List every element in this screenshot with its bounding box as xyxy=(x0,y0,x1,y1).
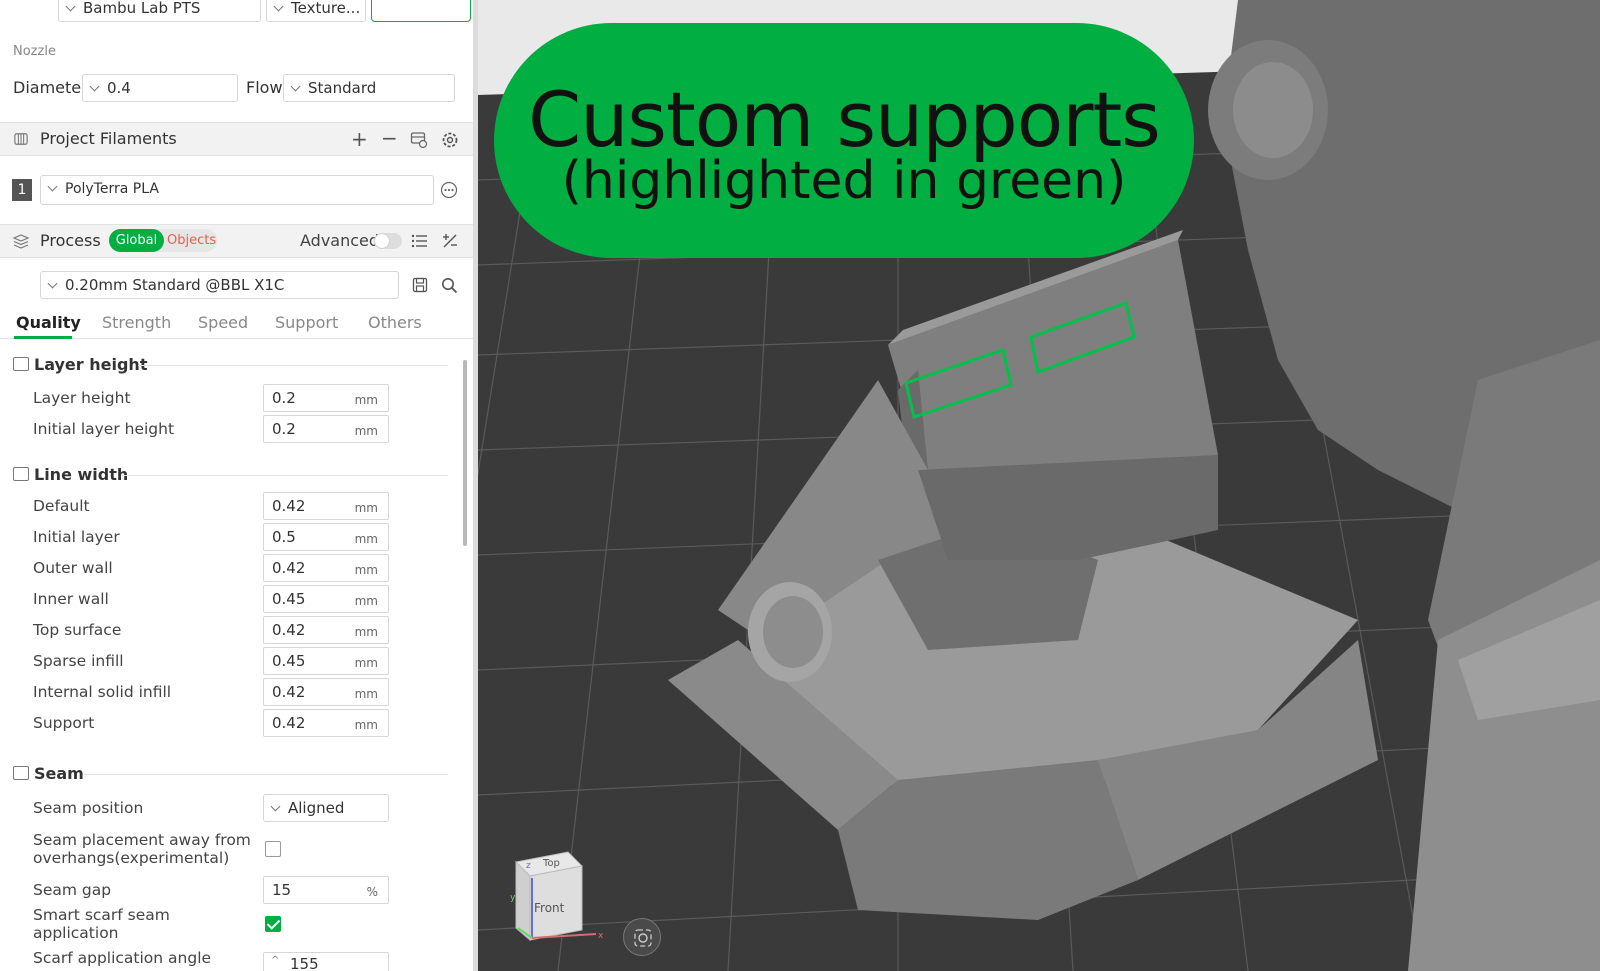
printer-sync-button[interactable] xyxy=(371,0,471,22)
scarf-angle-input[interactable]: ^ 155 xyxy=(263,952,389,971)
camera-reset-button[interactable] xyxy=(623,918,661,956)
seam-away-label-line1: Seam placement away from xyxy=(33,831,251,849)
axis-x-label: x xyxy=(598,931,604,941)
smart-scarf-label-line1: Smart scarf seam xyxy=(33,906,170,924)
seam-gap-label: Seam gap xyxy=(33,881,112,899)
seam-group-title: Seam xyxy=(34,764,84,783)
filament-settings-icon[interactable] xyxy=(441,131,459,149)
filament-sync-icon[interactable] xyxy=(410,131,428,149)
process-tabs: Quality Strength Speed Support Others xyxy=(0,305,474,339)
smart-scarf-label-line2: application xyxy=(33,924,119,942)
diameter-dropdown[interactable]: 0.4 xyxy=(82,74,238,102)
diameter-label: Diameter xyxy=(13,78,88,97)
divider xyxy=(122,475,448,476)
chevron-down-icon xyxy=(270,801,281,812)
callout-subtitle: (highlighted in green) xyxy=(561,151,1127,211)
scope-objects[interactable]: Objects xyxy=(167,229,216,252)
process-layers-icon xyxy=(12,234,30,249)
line-width-initial-layer-label: Initial layer xyxy=(33,528,120,546)
line-width-support-label: Support xyxy=(33,714,95,732)
tab-speed[interactable]: Speed xyxy=(198,313,248,332)
line-width-support-input[interactable]: 0.42 mm xyxy=(263,709,389,737)
chevron-up-icon: ^ xyxy=(271,955,280,966)
nozzle-label: Nozzle xyxy=(13,44,56,59)
process-scope-switch[interactable]: Global Objects xyxy=(109,229,217,252)
divider xyxy=(84,774,448,775)
view-cube-top-label[interactable]: Top xyxy=(542,858,560,869)
list-icon[interactable] xyxy=(411,233,429,249)
line-width-default-input[interactable]: 0.42 mm xyxy=(263,492,389,520)
advanced-label: Advanced xyxy=(300,231,380,250)
project-filaments-title: Project Filaments xyxy=(40,129,177,148)
line-width-top-surface-label: Top surface xyxy=(33,621,122,639)
line-width-outer-wall-input[interactable]: 0.42 mm xyxy=(263,554,389,582)
tab-quality[interactable]: Quality xyxy=(16,313,81,332)
process-preset-dropdown[interactable]: 0.20mm Standard @BBL X1C xyxy=(40,271,399,299)
process-title: Process xyxy=(40,231,101,250)
settings-panel: Bambu Lab PTS Texture... Nozzle Diameter… xyxy=(0,0,476,971)
filament-slot-number: 1 xyxy=(12,179,32,201)
seam-away-checkbox[interactable] xyxy=(265,841,281,857)
filament-dropdown[interactable]: PolyTerra PLA xyxy=(40,175,434,205)
line-width-internal-solid-infill-label: Internal solid infill xyxy=(33,683,172,701)
divider xyxy=(138,365,448,366)
line-width-group-title: Line width xyxy=(34,465,129,484)
line-width-sparse-infill-label: Sparse infill xyxy=(33,652,124,670)
settings-scrollbar[interactable] xyxy=(463,360,467,546)
line-width-default-label: Default xyxy=(33,497,90,515)
advanced-toggle[interactable] xyxy=(374,233,402,249)
tab-support[interactable]: Support xyxy=(275,313,338,332)
custom-supports-callout: Custom supports (highlighted in green) xyxy=(494,23,1194,258)
line-width-icon xyxy=(13,467,29,481)
tab-others[interactable]: Others xyxy=(368,313,422,332)
printer-dropdown[interactable]: Bambu Lab PTS xyxy=(58,0,261,22)
chevron-down-icon xyxy=(290,81,301,92)
chevron-down-icon xyxy=(47,181,58,192)
scarf-angle-label: Scarf application angle xyxy=(33,949,212,967)
layer-height-icon xyxy=(13,357,29,371)
line-width-sparse-infill-input[interactable]: 0.45 mm xyxy=(263,647,389,675)
line-width-top-surface-input[interactable]: 0.42 mm xyxy=(263,616,389,644)
smart-scarf-checkbox[interactable] xyxy=(265,916,281,932)
chevron-down-icon xyxy=(273,1,284,12)
add-filament-icon[interactable]: + xyxy=(351,127,368,151)
tab-strength[interactable]: Strength xyxy=(102,313,171,332)
initial-layer-height-input[interactable]: 0.2 mm xyxy=(263,415,389,443)
camera-icon xyxy=(634,929,652,947)
seam-gap-input[interactable]: 15% xyxy=(263,876,389,904)
line-width-inner-wall-label: Inner wall xyxy=(33,590,109,608)
chevron-down-icon xyxy=(47,278,58,289)
view-cube[interactable]: Top Front z y x xyxy=(498,848,608,958)
layer-height-label: Layer height xyxy=(33,389,131,407)
line-width-outer-wall-label: Outer wall xyxy=(33,559,113,577)
chevron-down-icon xyxy=(89,81,100,92)
seam-away-label-line2: overhangs(experimental) xyxy=(33,849,230,867)
initial-layer-height-label: Initial layer height xyxy=(33,420,175,438)
axis-y-label: y xyxy=(510,893,516,903)
scope-global[interactable]: Global xyxy=(109,229,164,252)
axis-z-label: z xyxy=(526,861,531,871)
project-filaments-bar: Project Filaments + − xyxy=(0,122,474,156)
compare-icon[interactable] xyxy=(441,233,459,249)
view-cube-front-label[interactable]: Front xyxy=(534,901,565,915)
seam-position-dropdown[interactable]: Aligned xyxy=(263,794,389,822)
flow-label: Flow xyxy=(246,78,283,97)
remove-filament-icon[interactable]: − xyxy=(381,126,398,150)
chevron-down-icon xyxy=(65,1,76,12)
save-preset-icon[interactable] xyxy=(412,277,428,293)
line-width-internal-solid-infill-input[interactable]: 0.42 mm xyxy=(263,678,389,706)
layer-height-input[interactable]: 0.2 mm xyxy=(263,384,389,412)
line-width-initial-layer-input[interactable]: 0.5 mm xyxy=(263,523,389,551)
active-tab-indicator xyxy=(14,336,72,339)
filament-more-icon[interactable] xyxy=(440,181,458,199)
filament-icon xyxy=(14,133,28,145)
flow-dropdown[interactable]: Standard xyxy=(283,74,455,102)
seam-position-label: Seam position xyxy=(33,799,144,817)
line-width-inner-wall-input[interactable]: 0.45 mm xyxy=(263,585,389,613)
search-icon[interactable] xyxy=(441,277,458,294)
seam-icon xyxy=(13,766,29,780)
layer-height-group-title: Layer height xyxy=(34,355,148,374)
plate-type-dropdown[interactable]: Texture... xyxy=(266,0,366,22)
